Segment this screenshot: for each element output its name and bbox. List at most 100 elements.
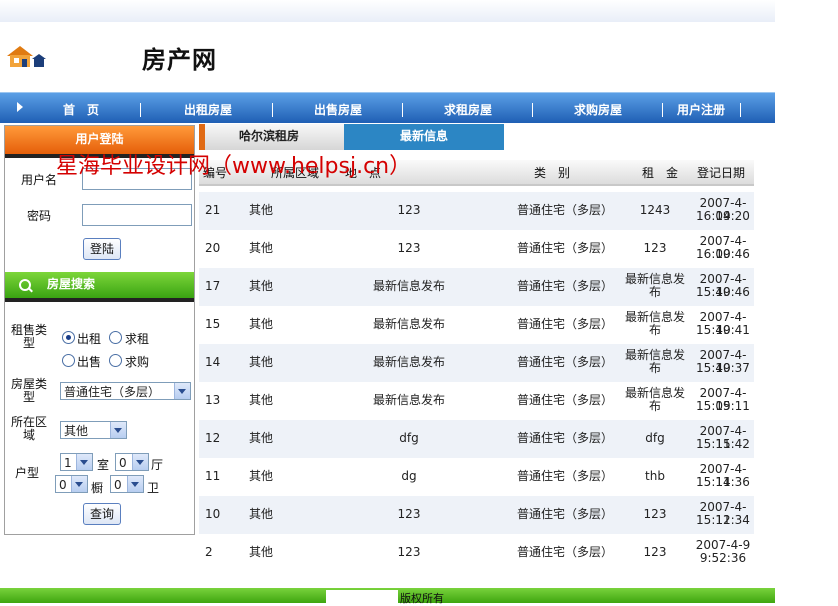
table-row[interactable]: 12 其他 dfg 普通住宅（多层） dfg 2007-4-11 15:15:42	[199, 420, 754, 458]
chevron-down-icon	[76, 454, 92, 470]
tab-latest-info[interactable]: 最新信息	[344, 124, 504, 150]
tab-harbin-rent[interactable]: 哈尔滨租房	[199, 124, 344, 150]
baths-select[interactable]: 0	[110, 475, 144, 493]
nav-separator	[402, 103, 403, 117]
cell-time: 15:05:11	[696, 399, 750, 413]
table-row[interactable]: 13 其他 最新信息发布 普通住宅（多层） 最新信息发布 2007-4-19 15:05:1…	[199, 382, 754, 420]
cell-id: 14	[205, 355, 221, 369]
halls-unit: 厅	[151, 458, 164, 472]
search-icon-handle	[28, 287, 33, 293]
cell-area: 其他	[249, 279, 274, 293]
nav-register[interactable]: 用户注册	[677, 101, 725, 118]
col-type: 类 别	[534, 166, 571, 180]
radio-rent-out[interactable]	[62, 331, 75, 344]
cell-place: 123	[397, 545, 421, 559]
table-row[interactable]: 15 其他 最新信息发布 普通住宅（多层） 最新信息发布 2007-4-19 15:40:4…	[199, 306, 754, 344]
col-rent: 租 金	[642, 166, 679, 180]
search-button[interactable]: 查询	[83, 503, 121, 525]
cell-place: dfg	[399, 431, 419, 445]
site-title: 房产网	[142, 46, 217, 74]
baths-unit: 卫	[147, 481, 160, 495]
watermark-text: 星海毕业设计网（www.helpsj.cn）	[56, 154, 412, 179]
cell-rent: 最新信息发布	[624, 272, 685, 299]
chevron-down-icon	[132, 454, 148, 470]
cell-time: 15:14:36	[696, 475, 750, 489]
house-type-select[interactable]: 普通住宅（多层）	[60, 382, 191, 400]
chevron-down-icon	[127, 476, 143, 492]
radio-want-rent[interactable]	[109, 331, 122, 344]
cell-rent: 123	[643, 545, 667, 559]
table-row[interactable]: 17 其他 最新信息发布 普通住宅（多层） 最新信息发布 2007-4-19 15:40:4…	[199, 268, 754, 306]
nav-want-rent[interactable]: 求租房屋	[444, 101, 492, 118]
nav-sell[interactable]: 出售房屋	[314, 101, 362, 118]
kitchens-select[interactable]: 0	[55, 475, 88, 493]
nav-separator	[272, 103, 273, 117]
nav-want-buy[interactable]: 求购房屋	[574, 101, 622, 118]
cell-id: 10	[205, 507, 221, 521]
kitchens-value: 0	[59, 478, 67, 492]
area-select[interactable]: 其他	[60, 421, 127, 439]
login-button[interactable]: 登陆	[83, 238, 121, 260]
cell-area: 其他	[249, 469, 274, 483]
cell-rent: dfg	[645, 431, 665, 445]
cell-area: 其他	[249, 507, 274, 521]
cell-place: 123	[397, 241, 421, 255]
area-value: 其他	[64, 424, 89, 438]
cell-time: 16:04:20	[696, 209, 750, 223]
cell-id: 2	[205, 545, 213, 559]
table-row[interactable]: 20 其他 123 普通住宅（多层） 123 2007-4-19 16:00:46	[199, 230, 754, 268]
house-type-label: 房屋类型	[10, 377, 47, 404]
table-row[interactable]: 10 其他 123 普通住宅（多层） 123 2007-4-11 15:12:34	[199, 496, 754, 534]
table-row[interactable]: 21 其他 123 普通住宅（多层） 1243 2007-4-19 16:04:20	[199, 192, 754, 230]
top-gradient-bar	[0, 0, 775, 22]
cell-time: 9:52:36	[699, 551, 747, 565]
table-row[interactable]: 2 其他 123 普通住宅（多层） 123 2007-4-9 9:52:36	[199, 534, 754, 572]
radio-sell[interactable]	[62, 354, 75, 367]
cell-time: 15:40:46	[696, 285, 750, 299]
radio-want-buy[interactable]	[109, 354, 122, 367]
house-type-value: 普通住宅（多层）	[64, 385, 161, 399]
table-row[interactable]: 14 其他 最新信息发布 普通住宅（多层） 最新信息发布 2007-4-19 15:40:3…	[199, 344, 754, 382]
left-sidebar: 用户登陆 用户名 密码 登陆 房屋搜索 租售类型 出租 求租 出售 求购 房屋类…	[4, 125, 195, 535]
sale-type-label: 租售类型	[10, 323, 47, 350]
cell-id: 17	[205, 279, 221, 293]
rooms-select[interactable]: 1	[60, 453, 93, 471]
cell-type: 普通住宅（多层）	[517, 203, 614, 217]
cell-rent: 123	[643, 507, 667, 521]
nav-home[interactable]: 首 页	[63, 101, 99, 118]
nav-separator	[140, 103, 141, 117]
radio-want-rent-label: 求租	[125, 332, 150, 346]
cell-rent: 最新信息发布	[624, 310, 685, 337]
nav-rent-out[interactable]: 出租房屋	[184, 101, 232, 118]
cell-area: 其他	[249, 355, 274, 369]
cell-time: 15:40:37	[696, 361, 750, 375]
nav-separator	[532, 103, 533, 117]
cell-area: 其他	[249, 393, 274, 407]
cell-area: 其他	[249, 545, 274, 559]
cell-place: dg	[401, 469, 417, 483]
cell-id: 15	[205, 317, 221, 331]
cell-rent: 最新信息发布	[624, 386, 685, 413]
baths-value: 0	[114, 478, 122, 492]
halls-select[interactable]: 0	[115, 453, 149, 471]
cell-type: 普通住宅（多层）	[517, 241, 614, 255]
cell-id: 21	[205, 203, 221, 217]
cell-area: 其他	[249, 431, 274, 445]
cell-type: 普通住宅（多层）	[517, 545, 614, 559]
chevron-down-icon	[71, 476, 87, 492]
chevron-down-icon	[110, 422, 126, 438]
cell-rent: 123	[643, 241, 667, 255]
nav-separator	[662, 103, 663, 117]
password-label: 密码	[27, 209, 52, 223]
table-row[interactable]: 11 其他 dg 普通住宅（多层） thb 2007-4-11 15:14:36	[199, 458, 754, 496]
chevron-down-icon	[174, 383, 190, 399]
footer-logo-box	[326, 590, 398, 603]
cell-place: 123	[397, 507, 421, 521]
cell-type: 普通住宅（多层）	[517, 355, 614, 369]
password-input[interactable]	[82, 204, 192, 226]
cell-time: 15:40:41	[696, 323, 750, 337]
cell-place: 123	[397, 203, 421, 217]
cell-id: 12	[205, 431, 221, 445]
cell-type: 普通住宅（多层）	[517, 431, 614, 445]
nav-separator	[740, 103, 741, 117]
